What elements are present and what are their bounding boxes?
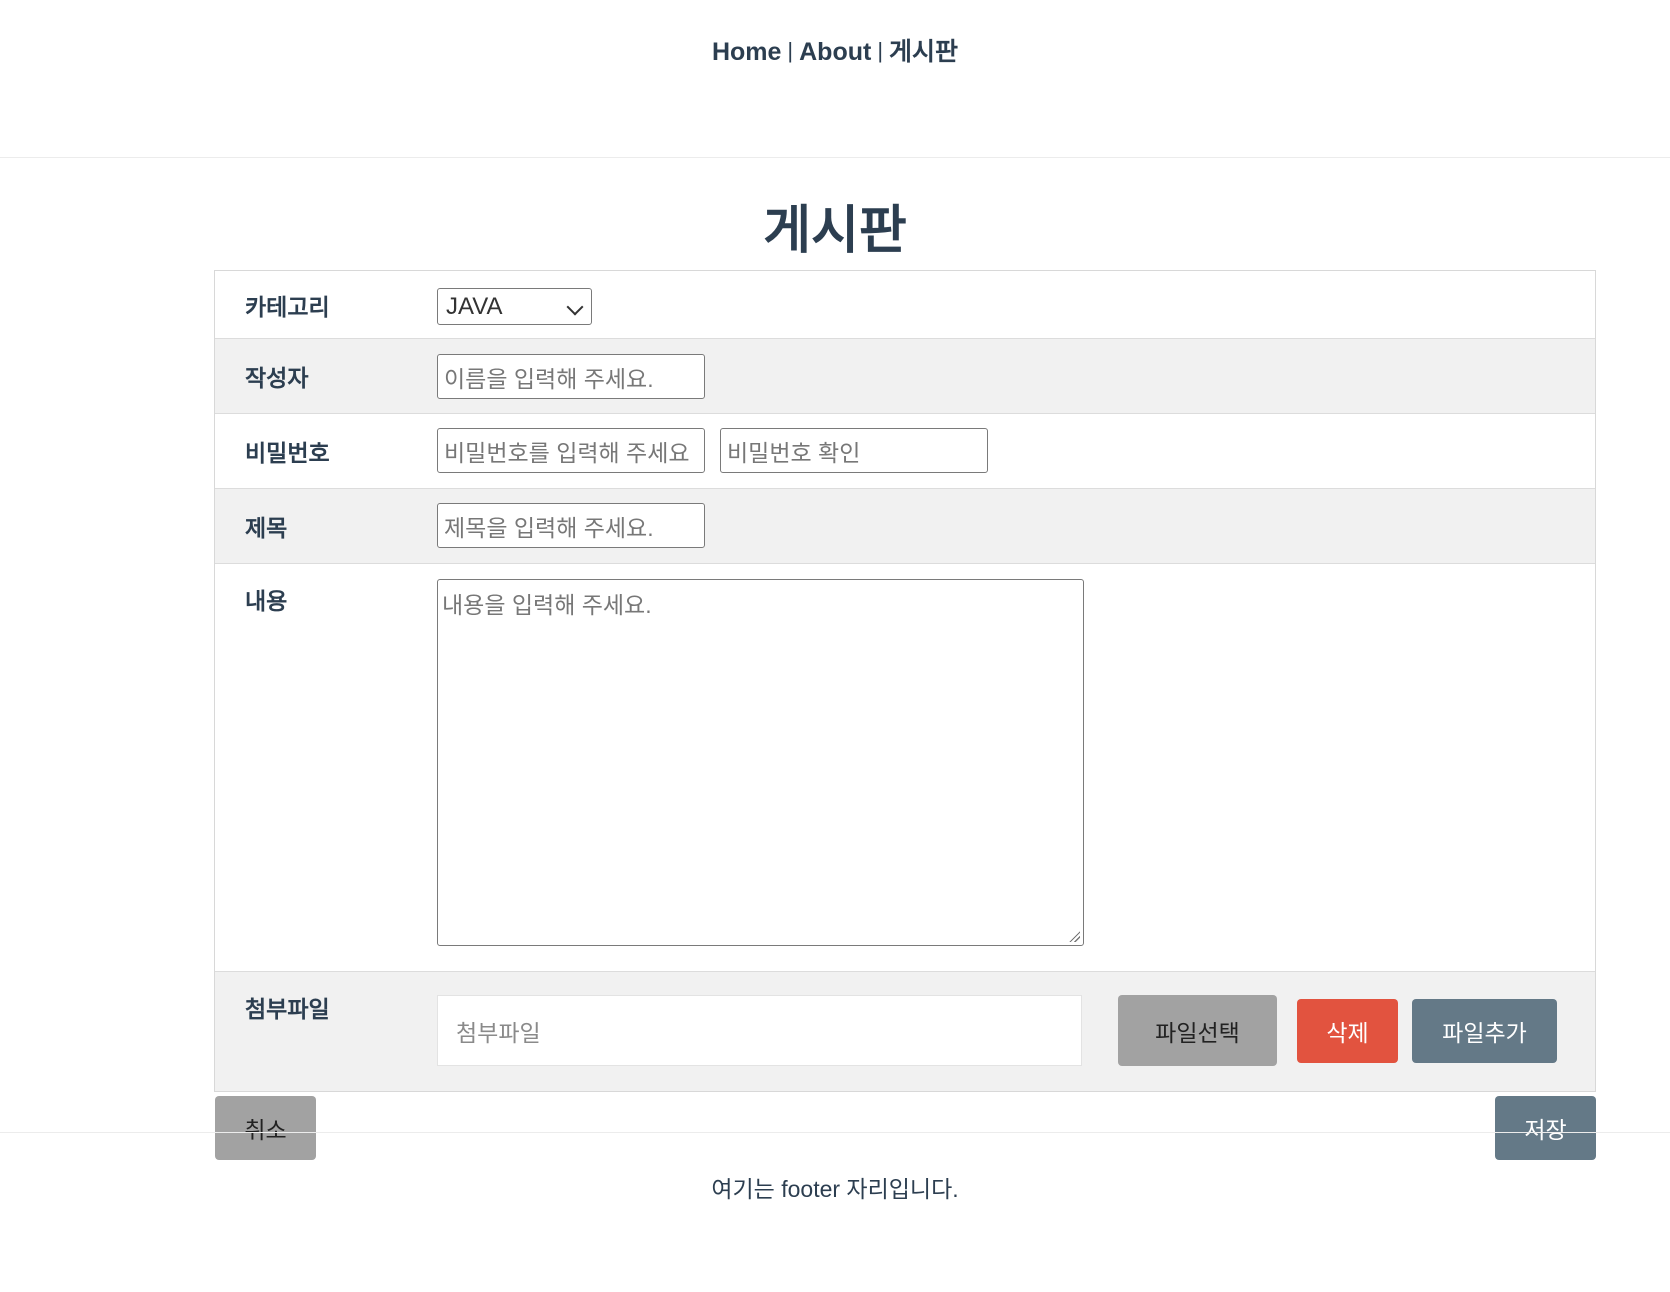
writer-input[interactable]: 이름을 입력해 주세요. bbox=[437, 354, 705, 399]
content-row: 내용 내용을 입력해 주세요. bbox=[215, 564, 1595, 972]
file-select-button[interactable]: 파일선택 bbox=[1118, 995, 1277, 1066]
nav-separator: | bbox=[787, 38, 794, 63]
attachment-label: 첨부파일 bbox=[245, 996, 330, 1022]
category-selected-value: JAVA bbox=[446, 293, 503, 320]
resize-grip-icon[interactable] bbox=[1068, 930, 1080, 942]
cancel-button[interactable]: 취소 bbox=[215, 1096, 316, 1160]
nav-about-link[interactable]: About bbox=[799, 38, 871, 66]
title-placeholder: 제목을 입력해 주세요. bbox=[444, 514, 654, 541]
attachment-field[interactable]: 첨부파일 bbox=[437, 995, 1082, 1066]
category-select[interactable]: JAVA bbox=[437, 288, 592, 325]
chevron-down-icon bbox=[566, 298, 584, 316]
password-row: 비밀번호 비밀번호를 입력해 주세요 비밀번호 확인 bbox=[215, 414, 1595, 489]
password-confirm-input[interactable]: 비밀번호 확인 bbox=[720, 428, 988, 473]
header-divider bbox=[0, 157, 1670, 158]
title-row: 제목 제목을 입력해 주세요. bbox=[215, 489, 1595, 564]
save-button[interactable]: 저장 bbox=[1495, 1096, 1596, 1160]
add-file-button[interactable]: 파일추가 bbox=[1412, 999, 1557, 1063]
nav-home-link[interactable]: Home bbox=[712, 38, 781, 66]
password-label: 비밀번호 bbox=[245, 440, 330, 466]
footer-divider bbox=[0, 1132, 1670, 1133]
page-title: 게시판 bbox=[763, 202, 907, 260]
title-input[interactable]: 제목을 입력해 주세요. bbox=[437, 503, 705, 548]
nav-separator: | bbox=[877, 38, 884, 63]
content-placeholder: 내용을 입력해 주세요. bbox=[442, 592, 652, 618]
content-label: 내용 bbox=[245, 588, 288, 614]
category-label: 카테고리 bbox=[245, 294, 330, 320]
title-label: 제목 bbox=[245, 515, 288, 541]
category-row: 카테고리 JAVA bbox=[215, 271, 1595, 339]
post-form: 카테고리 JAVA 작성자 이름을 입력해 주세요. 비밀번호 비밀번호를 입력… bbox=[214, 270, 1596, 1092]
password-placeholder: 비밀번호를 입력해 주세요 bbox=[444, 439, 690, 466]
top-nav: Home | About | 게시판 bbox=[0, 32, 1670, 68]
content-textarea[interactable]: 내용을 입력해 주세요. bbox=[437, 579, 1084, 946]
attachment-row: 첨부파일 첨부파일 파일선택 삭제 파일추가 bbox=[215, 972, 1595, 1091]
writer-row: 작성자 이름을 입력해 주세요. bbox=[215, 339, 1595, 414]
writer-placeholder: 이름을 입력해 주세요. bbox=[444, 365, 654, 392]
delete-button[interactable]: 삭제 bbox=[1297, 999, 1398, 1063]
password-confirm-placeholder: 비밀번호 확인 bbox=[727, 439, 861, 466]
nav-board-link[interactable]: 게시판 bbox=[889, 38, 958, 66]
footer-text: 여기는 footer 자리입니다. bbox=[711, 1176, 959, 1202]
writer-label: 작성자 bbox=[245, 365, 309, 391]
attachment-placeholder: 첨부파일 bbox=[456, 1019, 541, 1046]
password-input[interactable]: 비밀번호를 입력해 주세요 bbox=[437, 428, 705, 473]
